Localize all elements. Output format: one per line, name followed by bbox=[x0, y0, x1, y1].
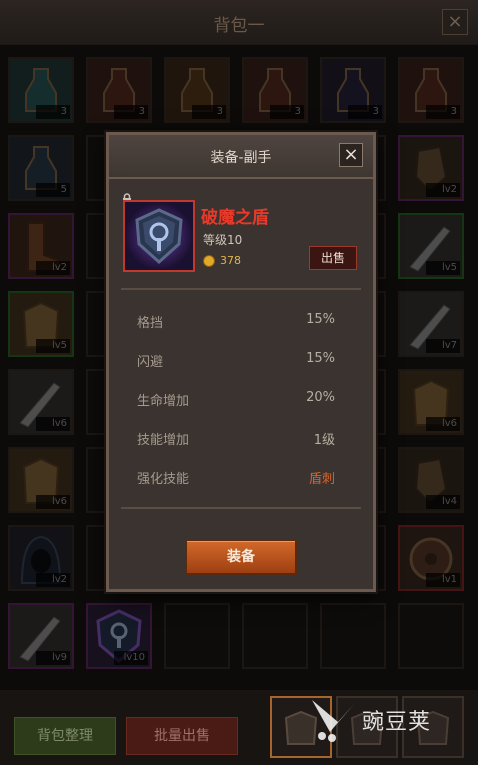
inventory-slot[interactable]: lv2 bbox=[398, 135, 464, 201]
inventory-slot[interactable] bbox=[320, 603, 386, 669]
stat-value: 1级 bbox=[313, 433, 335, 448]
dialog-header: 装备-副手 × bbox=[109, 135, 373, 179]
gold-coin-icon bbox=[203, 255, 215, 267]
stat-label: 强化技能 bbox=[137, 472, 190, 487]
inventory-slot[interactable]: 5 bbox=[8, 135, 74, 201]
equip-button[interactable]: 装备 bbox=[185, 539, 297, 575]
armor-icon bbox=[416, 710, 450, 745]
inventory-slot[interactable]: lv5 bbox=[8, 291, 74, 357]
armor-icon bbox=[284, 710, 318, 745]
inventory-slot[interactable] bbox=[398, 603, 464, 669]
slot-badge: lv4 bbox=[426, 495, 460, 509]
item-price: 378 bbox=[220, 254, 241, 267]
slot-badge: lv6 bbox=[36, 417, 70, 431]
slot-badge: 3 bbox=[192, 105, 226, 119]
shield-icon bbox=[125, 202, 193, 270]
slot-badge: lv5 bbox=[36, 339, 70, 353]
inventory-slot[interactable]: 3 bbox=[320, 57, 386, 123]
inventory-slot[interactable]: lv5 bbox=[398, 213, 464, 279]
slot-badge: lv6 bbox=[36, 495, 70, 509]
slot-badge: lv2 bbox=[36, 573, 70, 587]
armor-icon bbox=[350, 710, 384, 745]
inventory-slot[interactable]: lv4 bbox=[398, 447, 464, 513]
inventory-slot[interactable]: lv6 bbox=[8, 369, 74, 435]
divider bbox=[121, 507, 361, 509]
slot-badge: 3 bbox=[426, 105, 460, 119]
inventory-slot[interactable]: 3 bbox=[86, 57, 152, 123]
bag-tab-2[interactable] bbox=[336, 696, 398, 758]
inventory-slot[interactable]: lv9 bbox=[8, 603, 74, 669]
slot-badge: lv10 bbox=[114, 651, 148, 665]
inventory-slot[interactable]: lv6 bbox=[398, 369, 464, 435]
slot-badge: 3 bbox=[270, 105, 304, 119]
item-level: 等级10 bbox=[203, 233, 243, 247]
divider bbox=[121, 288, 361, 290]
close-icon: × bbox=[343, 144, 359, 165]
slot-badge: lv2 bbox=[426, 183, 460, 197]
slot-badge: lv1 bbox=[426, 573, 460, 587]
bag-tab-3[interactable] bbox=[402, 696, 464, 758]
bag-tab-1[interactable] bbox=[270, 696, 332, 758]
item-name: 破魔之盾 bbox=[201, 208, 269, 228]
inventory-slot[interactable] bbox=[164, 603, 230, 669]
stat-value: 盾刺 bbox=[308, 472, 335, 487]
slot-badge: 3 bbox=[114, 105, 148, 119]
stat-value: 15% bbox=[306, 351, 335, 366]
stat-value: 20% bbox=[306, 390, 335, 405]
inventory-slot[interactable]: 3 bbox=[242, 57, 308, 123]
inventory-slot[interactable]: 3 bbox=[398, 57, 464, 123]
slot-badge: lv6 bbox=[426, 417, 460, 431]
slot-badge: lv7 bbox=[426, 339, 460, 353]
stat-label: 闪避 bbox=[137, 355, 164, 370]
stat-label: 格挡 bbox=[137, 316, 164, 331]
slot-badge: lv5 bbox=[426, 261, 460, 275]
item-icon-frame bbox=[123, 200, 195, 272]
dialog-title: 装备-副手 bbox=[210, 150, 272, 166]
stat-label: 生命增加 bbox=[137, 394, 190, 409]
inventory-slot[interactable]: lv2 bbox=[8, 525, 74, 591]
slot-badge: 5 bbox=[36, 183, 70, 197]
inventory-slot[interactable]: 3 bbox=[164, 57, 230, 123]
slot-badge: lv9 bbox=[36, 651, 70, 665]
sell-button[interactable]: 出售 bbox=[309, 246, 357, 270]
inventory-slot[interactable]: 3 bbox=[8, 57, 74, 123]
stat-value: 15% bbox=[306, 312, 335, 327]
inventory-slot[interactable] bbox=[242, 603, 308, 669]
inventory-slot[interactable]: lv10 bbox=[86, 603, 152, 669]
slot-badge: 3 bbox=[348, 105, 382, 119]
batch-sell-button[interactable]: 批量出售 bbox=[126, 717, 238, 755]
inventory-slot[interactable]: lv7 bbox=[398, 291, 464, 357]
slot-badge: lv2 bbox=[36, 261, 70, 275]
slot-badge: 3 bbox=[36, 105, 70, 119]
dialog-close-button[interactable]: × bbox=[339, 143, 363, 167]
stat-label: 技能增加 bbox=[137, 433, 190, 448]
equipment-detail-dialog: 装备-副手 × 破魔之盾 等级10 378 出售 格挡 15% 闪避 15% 生命增加 2… bbox=[106, 132, 376, 592]
inventory-slot[interactable]: lv2 bbox=[8, 213, 74, 279]
inventory-slot[interactable]: lv1 bbox=[398, 525, 464, 591]
inventory-slot[interactable]: lv6 bbox=[8, 447, 74, 513]
sort-bag-button[interactable]: 背包整理 bbox=[14, 717, 116, 755]
